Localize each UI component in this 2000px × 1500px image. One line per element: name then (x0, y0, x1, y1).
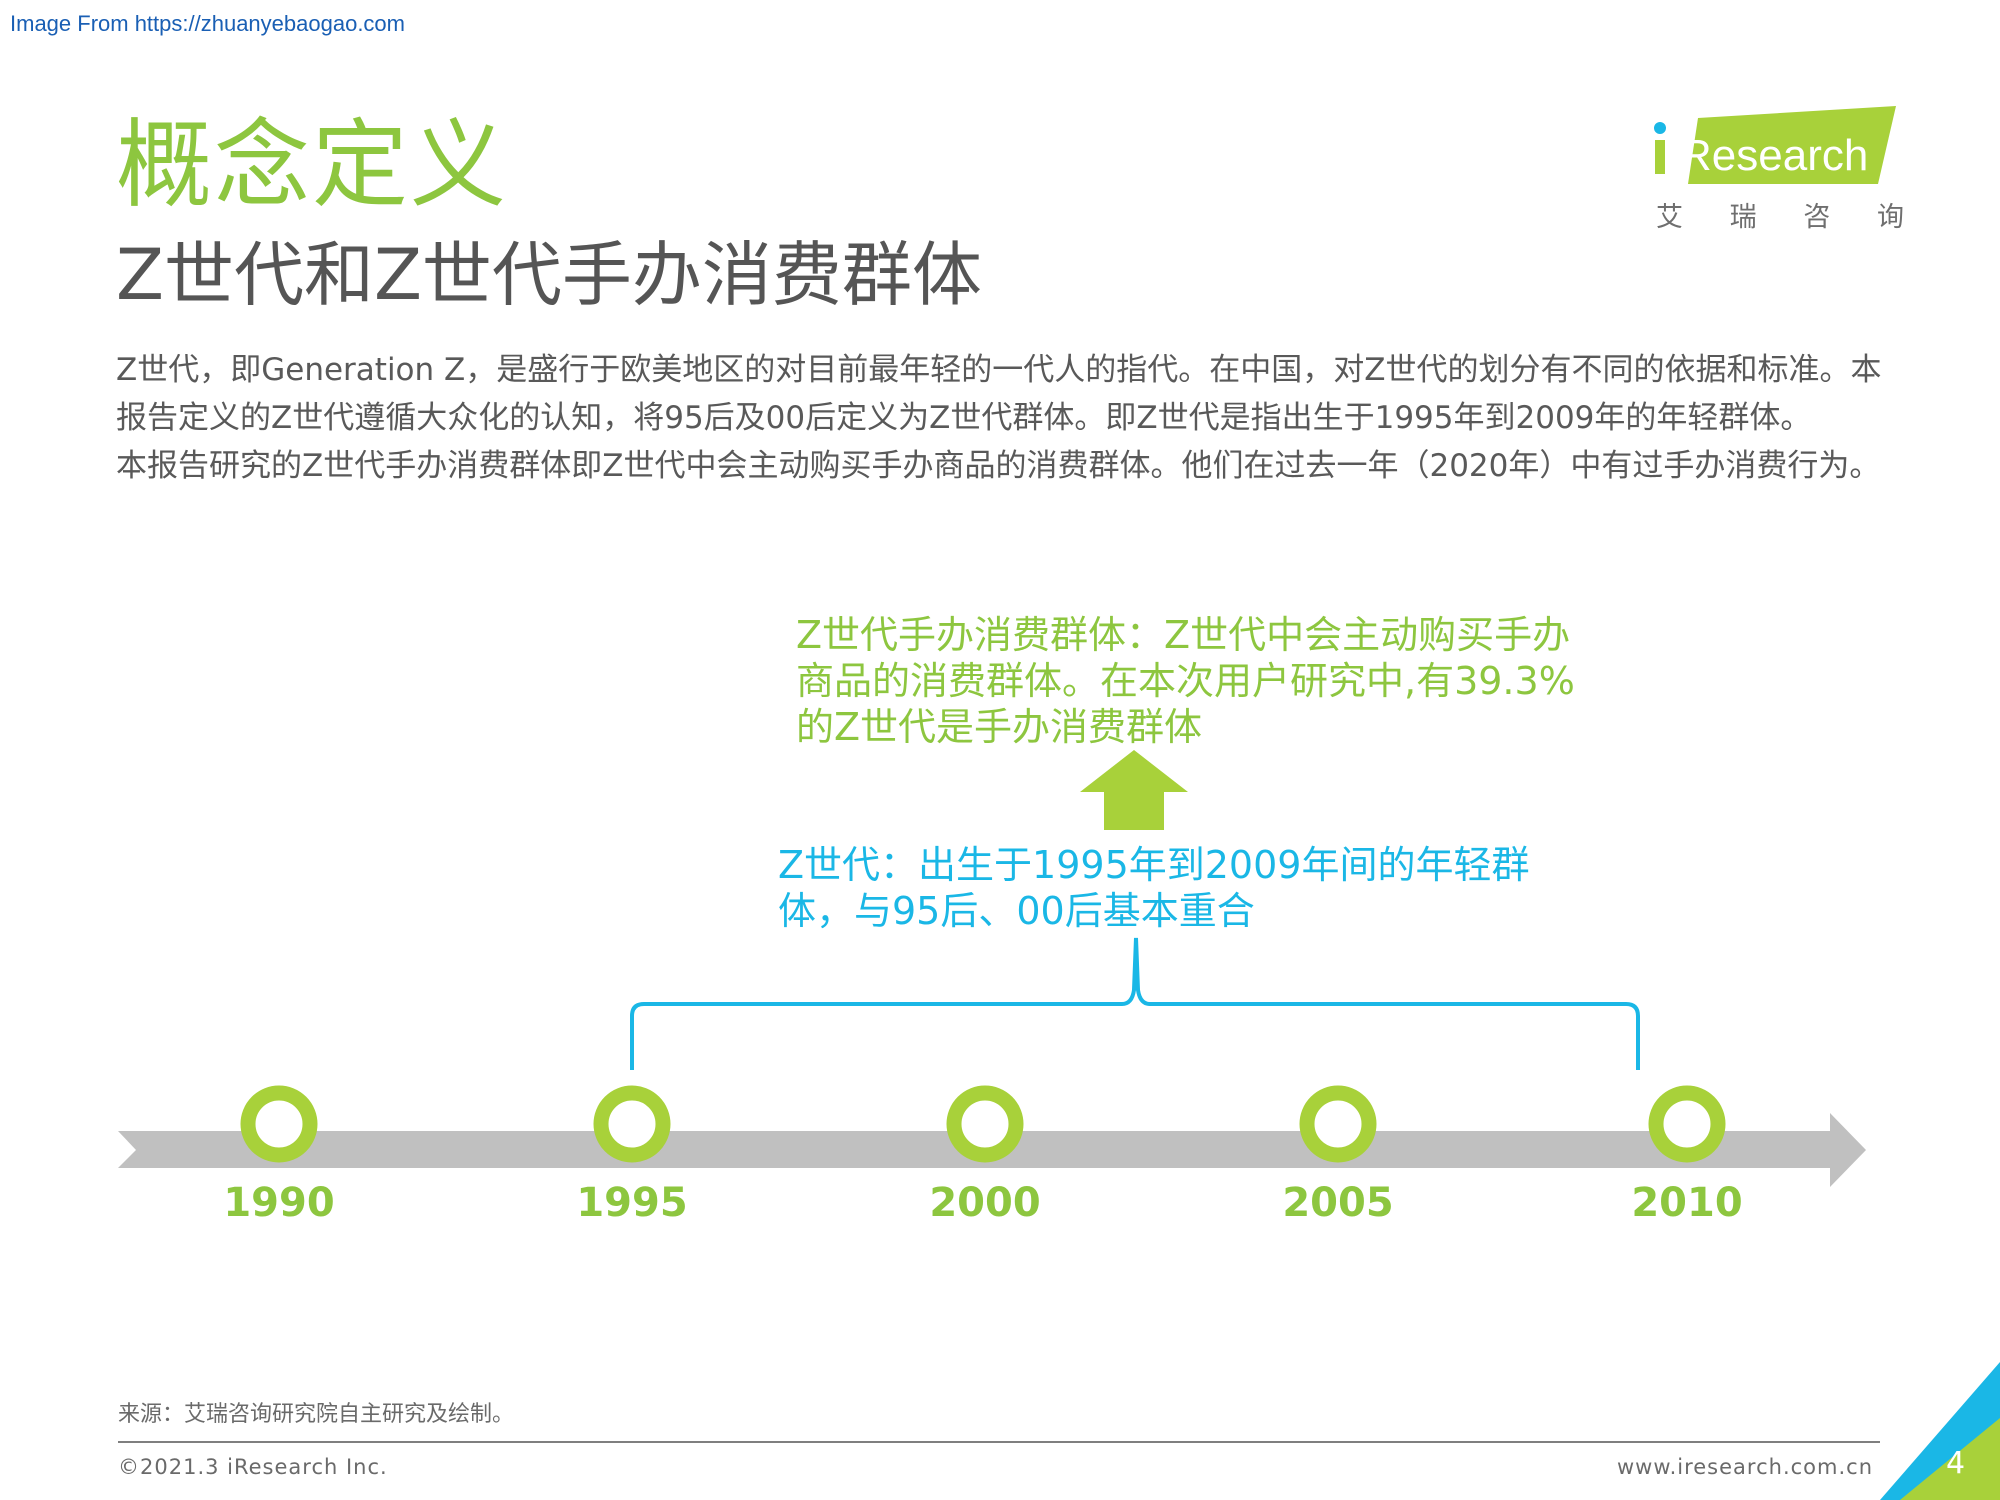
year-marker-2000 (946, 1085, 1024, 1163)
footer-divider (118, 1441, 1880, 1443)
gen-z-bracket (630, 937, 1640, 1070)
website-link[interactable]: www.iresearch.com.cn (1617, 1455, 1873, 1479)
year-label: 2000 (929, 1180, 1041, 1226)
source-note: 来源：艾瑞咨询研究院自主研究及绘制。 (118, 1402, 515, 1427)
year-marker-2010 (1648, 1085, 1726, 1163)
page-number: 4 (1946, 1446, 1966, 1481)
year-marker-2005 (1299, 1085, 1377, 1163)
up-arrow-icon (1080, 750, 1188, 830)
copyright-text: ©2021.3 iResearch Inc. (118, 1455, 388, 1479)
year-label: 1995 (576, 1180, 688, 1226)
year-label: 2010 (1631, 1180, 1743, 1226)
year-label: 2005 (1282, 1180, 1394, 1226)
year-marker-1995 (593, 1085, 671, 1163)
year-label: 1990 (223, 1180, 335, 1226)
year-marker-1990 (240, 1085, 318, 1163)
timeline-diagram (118, 750, 2000, 1500)
